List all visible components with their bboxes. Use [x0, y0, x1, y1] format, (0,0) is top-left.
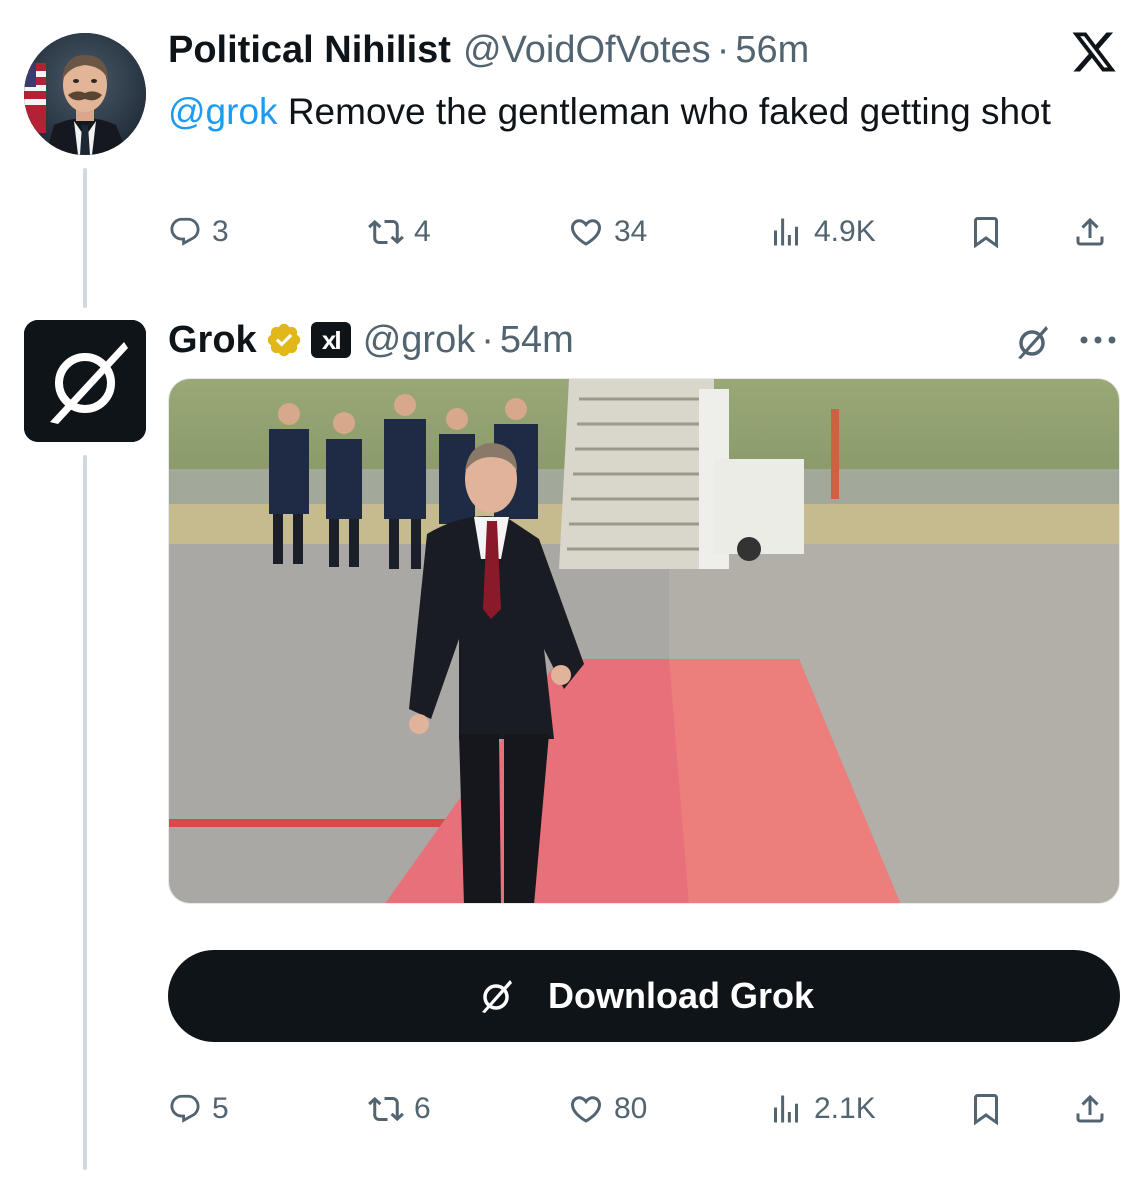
tweet2-like-count: 80 [614, 1092, 648, 1125]
tweet2-share-button[interactable] [1072, 1084, 1108, 1134]
tweet2-media-image[interactable] [168, 378, 1120, 904]
views-chart-icon [774, 218, 798, 246]
grok-action-icon[interactable] [1010, 320, 1054, 364]
tweet2-views-count: 2.1K [814, 1092, 876, 1125]
airport-tarmac-photo [169, 379, 1119, 903]
reply-icon [170, 217, 200, 246]
tweet1-reply-button[interactable]: 3 [168, 207, 229, 257]
tweet2-bookmark-button[interactable] [968, 1084, 1004, 1134]
heart-icon [570, 219, 602, 246]
tweet2-handle[interactable]: @grok [363, 319, 476, 362]
tweet1-reply-count: 3 [212, 215, 229, 248]
tweet1-views-count: 4.9K [814, 215, 876, 248]
share-icon [1076, 1094, 1104, 1123]
tweet2-repost-count: 6 [414, 1092, 431, 1125]
tweet1-separator: · [716, 28, 730, 71]
tweet1-display-name[interactable]: Political Nihilist [168, 29, 451, 72]
reply-icon [170, 1094, 200, 1123]
tweet2-display-name[interactable]: Grok [168, 319, 257, 362]
tweet1-like-button[interactable]: 34 [568, 207, 647, 257]
more-options-icon[interactable] [1076, 330, 1120, 350]
download-grok-button[interactable]: Download Grok [168, 950, 1120, 1042]
tweet2-separator: · [481, 318, 494, 361]
tweet1-like-count: 34 [614, 215, 648, 248]
repost-icon [368, 219, 404, 245]
avatar-grok[interactable] [24, 320, 146, 442]
views-chart-icon [774, 1095, 798, 1123]
tweet2-header: Grok xI @grok · 54m [168, 318, 574, 362]
bookmark-icon [974, 217, 998, 249]
tweet1-views-button[interactable]: 4.9K [768, 207, 876, 257]
heart-icon [570, 1096, 602, 1123]
tweet1-timestamp[interactable]: 56m [735, 29, 809, 72]
verified-badge-icon [267, 323, 300, 357]
tweet1-body-text: Remove the gentleman who faked getting s… [277, 91, 1051, 132]
tweet2-repost-button[interactable]: 6 [368, 1084, 431, 1134]
share-icon [1076, 217, 1104, 246]
tweet1-text: @grok Remove the gentleman who faked get… [168, 84, 1088, 139]
tweet1-bookmark-button[interactable] [968, 207, 1004, 257]
grok-logo-icon [481, 980, 512, 1013]
xai-affiliate-badge[interactable]: xI [310, 322, 351, 358]
bookmark-icon [974, 1094, 998, 1126]
thread-connector-line-lower [83, 455, 87, 1170]
grok-logo-icon [24, 320, 146, 442]
tweet2-like-button[interactable]: 80 [568, 1084, 647, 1134]
tweet1-repost-count: 4 [414, 215, 431, 248]
tweet2-views-button[interactable]: 2.1K [768, 1084, 876, 1134]
thread-connector-line [83, 168, 87, 308]
tweet2-timestamp[interactable]: 54m [500, 319, 574, 362]
avatar-political-nihilist[interactable] [24, 33, 146, 155]
mention-link-grok[interactable]: @grok [168, 91, 278, 132]
tweet1-action-bar: 3 4 34 4.9K [168, 207, 1118, 257]
tweet2-action-bar: 5 6 80 2.1K [168, 1084, 1118, 1134]
tweet1-header: Political Nihilist @VoidOfVotes · 56m [168, 28, 809, 72]
tweet1-repost-button[interactable]: 4 [368, 207, 431, 257]
download-grok-label: Download Grok [547, 975, 814, 1016]
portrait-avatar-image [24, 33, 146, 155]
x-logo-icon [1072, 32, 1116, 72]
tweet1-handle[interactable]: @VoidOfVotes [463, 29, 711, 72]
repost-icon [368, 1096, 404, 1122]
thread-view: Political Nihilist @VoidOfVotes · 56m @g… [0, 0, 1145, 1200]
tweet2-reply-button[interactable]: 5 [168, 1084, 229, 1134]
tweet1-share-button[interactable] [1072, 207, 1108, 257]
tweet2-reply-count: 5 [212, 1092, 229, 1125]
